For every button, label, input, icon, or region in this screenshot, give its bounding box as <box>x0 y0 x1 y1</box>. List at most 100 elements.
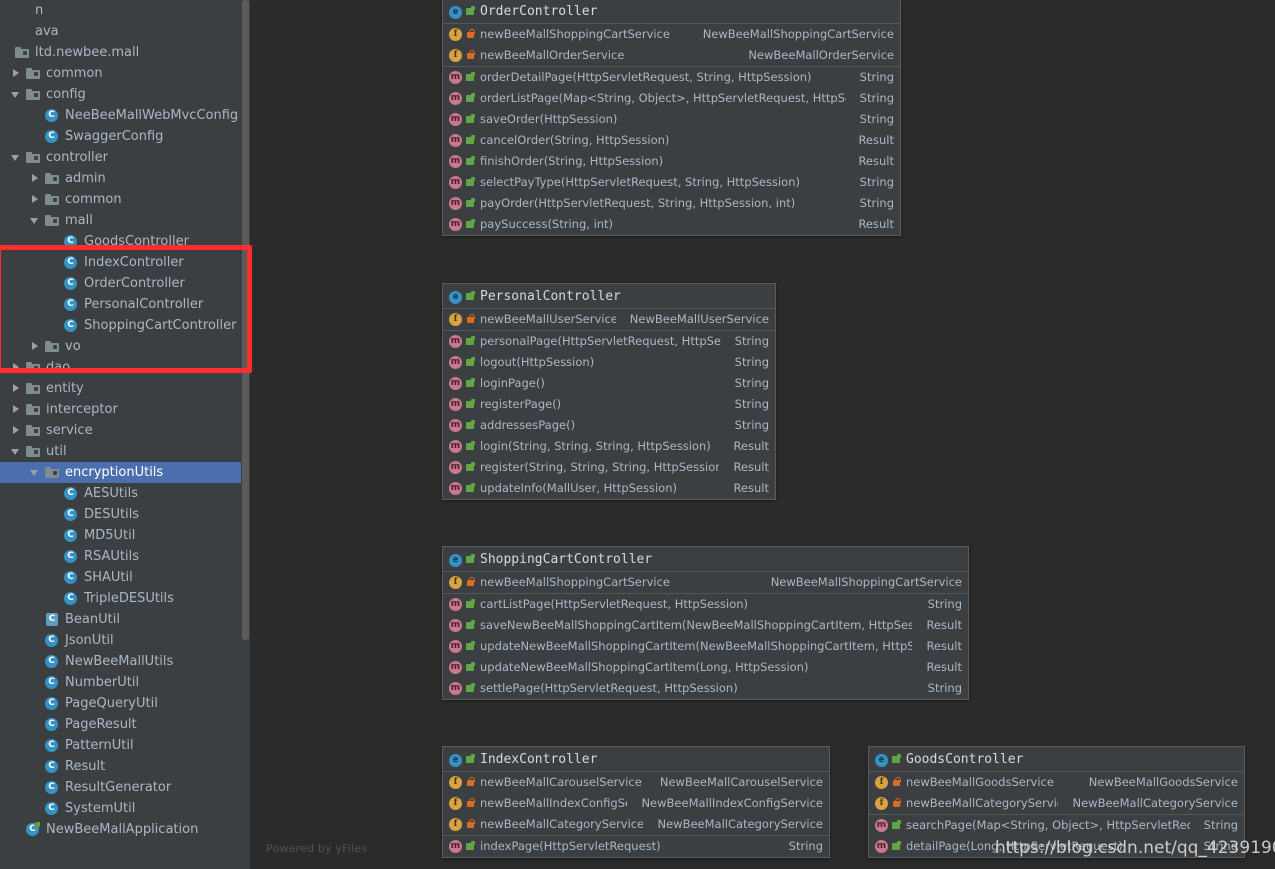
tree-item-vo[interactable]: vo <box>0 336 250 357</box>
chevron-right-icon[interactable] <box>11 425 22 436</box>
chevron-down-icon[interactable] <box>11 446 22 457</box>
uml-method-row[interactable]: settlePage(HttpServletRequest, HttpSessi… <box>443 678 968 699</box>
uml-method-row[interactable]: loginPage() String <box>443 373 775 394</box>
tree-item-numberutil[interactable]: NumberUtil <box>0 672 250 693</box>
tree-item-shautil[interactable]: SHAUtil <box>0 567 250 588</box>
tree-item-swaggerconfig[interactable]: SwaggerConfig <box>0 126 250 147</box>
uml-method-row[interactable]: registerPage() String <box>443 394 775 415</box>
uml-method-row[interactable]: searchPage(Map<String, Object>, HttpServ… <box>869 815 1244 836</box>
uml-method-row[interactable]: payOrder(HttpServletRequest, String, Htt… <box>443 193 900 214</box>
uml-class-ordercontroller[interactable]: OrderController newBeeMallShoppingCartSer… <box>442 0 901 236</box>
uml-method-row[interactable]: register(String, String, String, HttpSes… <box>443 457 775 478</box>
tree-item-beanutil[interactable]: BeanUtil <box>0 609 250 630</box>
tree-item-controller[interactable]: controller <box>0 147 250 168</box>
chevron-right-icon[interactable] <box>30 173 41 184</box>
chevron-down-icon[interactable] <box>11 152 22 163</box>
uml-class-title[interactable]: IndexController <box>443 747 829 772</box>
uml-method-row[interactable]: saveNewBeeMallShoppingCartItem(NewBeeMal… <box>443 615 968 636</box>
tree-item-pageresult[interactable]: PageResult <box>0 714 250 735</box>
uml-class-title[interactable]: OrderController <box>443 0 900 24</box>
tree-item-dao[interactable]: dao <box>0 357 250 378</box>
tree-item-shoppingcartcontroller[interactable]: ShoppingCartController <box>0 315 250 336</box>
uml-diagram-canvas[interactable]: OrderController newBeeMallShoppingCartSer… <box>256 0 1275 869</box>
tree-item-desutils[interactable]: DESUtils <box>0 504 250 525</box>
chevron-down-icon[interactable] <box>30 467 41 478</box>
uml-field-row[interactable]: newBeeMallIndexConfigService NewBeeMallIn… <box>443 793 829 814</box>
tree-item-mall[interactable]: mall <box>0 210 250 231</box>
tree-item-aesutils[interactable]: AESUtils <box>0 483 250 504</box>
tree-item-patternutil[interactable]: PatternUtil <box>0 735 250 756</box>
tree-item-personalcontroller[interactable]: PersonalController <box>0 294 250 315</box>
tree-item-ltd-newbee-mall[interactable]: ltd.newbee.mall <box>0 42 250 63</box>
tree-item-service[interactable]: service <box>0 420 250 441</box>
uml-field-row[interactable]: newBeeMallOrderService NewBeeMallOrderSer… <box>443 45 900 66</box>
tree-item-newbeemallapplication[interactable]: NewBeeMallApplication <box>0 819 250 840</box>
chevron-right-icon[interactable] <box>11 404 22 415</box>
project-tree-scrollbar[interactable] <box>241 0 250 869</box>
tree-item-interceptor[interactable]: interceptor <box>0 399 250 420</box>
tree-item-systemutil[interactable]: SystemUtil <box>0 798 250 819</box>
uml-method-row[interactable]: updateInfo(MallUser, HttpSession) Result <box>443 478 775 499</box>
uml-method-row[interactable]: detailPage(Long, HttpServletRequest) Stri… <box>869 836 1244 857</box>
scrollbar-thumb[interactable] <box>242 0 249 640</box>
uml-method-row[interactable]: login(String, String, String, HttpSessio… <box>443 436 775 457</box>
uml-class-personalcontroller[interactable]: PersonalController newBeeMallUserService N… <box>442 283 776 500</box>
tree-item-common[interactable]: common <box>0 63 250 84</box>
chevron-right-icon[interactable] <box>30 341 41 352</box>
tree-item-n[interactable]: n <box>0 0 250 21</box>
uml-method-row[interactable]: indexPage(HttpServletRequest) String <box>443 836 829 857</box>
uml-method-row[interactable]: logout(HttpSession) String <box>443 352 775 373</box>
uml-method-row[interactable]: selectPayType(HttpServletRequest, String… <box>443 172 900 193</box>
chevron-right-icon[interactable] <box>11 383 22 394</box>
chevron-down-icon[interactable] <box>11 89 22 100</box>
tree-item-md5util[interactable]: MD5Util <box>0 525 250 546</box>
tree-item-result[interactable]: Result <box>0 756 250 777</box>
tree-item-encryptionutils[interactable]: encryptionUtils <box>0 462 250 483</box>
tree-item-indexcontroller[interactable]: IndexController <box>0 252 250 273</box>
uml-method-row[interactable]: saveOrder(HttpSession) String <box>443 109 900 130</box>
uml-field-row[interactable]: newBeeMallShoppingCartService NewBeeMallS… <box>443 572 968 593</box>
tree-item-ava[interactable]: ava <box>0 21 250 42</box>
tree-item-pagequeryutil[interactable]: PageQueryUtil <box>0 693 250 714</box>
uml-method-row[interactable]: personalPage(HttpServletRequest, HttpSes… <box>443 331 775 352</box>
uml-method-row[interactable]: orderDetailPage(HttpServletRequest, Stri… <box>443 67 900 88</box>
uml-method-row[interactable]: orderListPage(Map<String, Object>, HttpS… <box>443 88 900 109</box>
uml-field-row[interactable]: newBeeMallCategoryService NewBeeMallCateg… <box>869 793 1244 814</box>
uml-class-title[interactable]: PersonalController <box>443 284 775 309</box>
tree-item-ordercontroller[interactable]: OrderController <box>0 273 250 294</box>
uml-class-indexcontroller[interactable]: IndexController newBeeMallCarouselService… <box>442 746 830 858</box>
tree-item-util[interactable]: util <box>0 441 250 462</box>
project-tree-list[interactable]: n ava ltd.newbee.mall common config NeeBeeMal… <box>0 0 250 840</box>
tree-item-admin[interactable]: admin <box>0 168 250 189</box>
uml-method-row[interactable]: addressesPage() String <box>443 415 775 436</box>
uml-field-row[interactable]: newBeeMallCarouselService NewBeeMallCarou… <box>443 772 829 793</box>
uml-field-row[interactable]: newBeeMallGoodsService NewBeeMallGoodsSer… <box>869 772 1244 793</box>
uml-method-row[interactable]: paySuccess(String, int) Result <box>443 214 900 235</box>
chevron-down-icon[interactable] <box>30 215 41 226</box>
uml-field-row[interactable]: newBeeMallShoppingCartService NewBeeMallS… <box>443 24 900 45</box>
uml-method-row[interactable]: cartListPage(HttpServletRequest, HttpSes… <box>443 594 968 615</box>
tree-item-neebeemallwebmvcconfig[interactable]: NeeBeeMallWebMvcConfig <box>0 105 250 126</box>
uml-method-row[interactable]: updateNewBeeMallShoppingCartItem(Long, H… <box>443 657 968 678</box>
uml-method-row[interactable]: updateNewBeeMallShoppingCartItem(NewBeeM… <box>443 636 968 657</box>
uml-field-row[interactable]: newBeeMallUserService NewBeeMallUserServi… <box>443 309 775 330</box>
uml-class-title[interactable]: ShoppingCartController <box>443 547 968 572</box>
tree-item-goodscontroller[interactable]: GoodsController <box>0 231 250 252</box>
chevron-right-icon[interactable] <box>11 362 22 373</box>
tree-item-resultgenerator[interactable]: ResultGenerator <box>0 777 250 798</box>
uml-field-row[interactable]: newBeeMallCategoryService NewBeeMallCateg… <box>443 814 829 835</box>
tree-item-common[interactable]: common <box>0 189 250 210</box>
chevron-right-icon[interactable] <box>30 194 41 205</box>
uml-method-row[interactable]: finishOrder(String, HttpSession) Result <box>443 151 900 172</box>
tree-item-newbeemallutils[interactable]: NewBeeMallUtils <box>0 651 250 672</box>
tree-item-tripledesutils[interactable]: TripleDESUtils <box>0 588 250 609</box>
tree-item-config[interactable]: config <box>0 84 250 105</box>
chevron-right-icon[interactable] <box>11 68 22 79</box>
project-tree-panel[interactable]: n ava ltd.newbee.mall common config NeeBeeMal… <box>0 0 250 869</box>
tree-item-rsautils[interactable]: RSAUtils <box>0 546 250 567</box>
uml-class-goodscontroller[interactable]: GoodsController newBeeMallGoodsService New… <box>868 746 1245 858</box>
tree-item-entity[interactable]: entity <box>0 378 250 399</box>
tree-item-jsonutil[interactable]: JsonUtil <box>0 630 250 651</box>
uml-class-shoppingcartcontroller[interactable]: ShoppingCartController newBeeMallShopping… <box>442 546 969 700</box>
uml-method-row[interactable]: cancelOrder(String, HttpSession) Result <box>443 130 900 151</box>
